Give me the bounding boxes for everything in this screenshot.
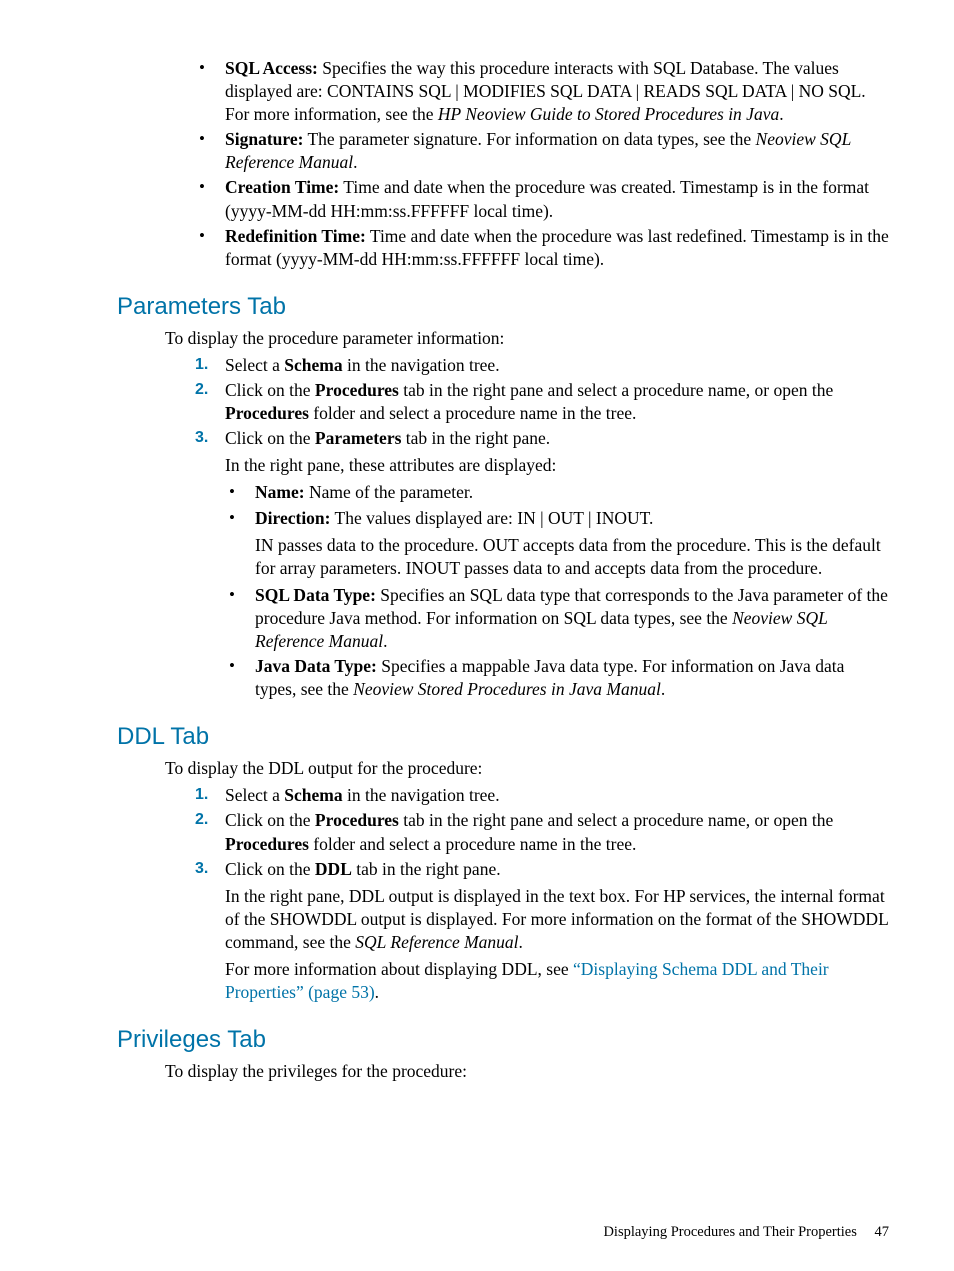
bullet-bold: SQL Access: <box>225 58 318 78</box>
top-bullet-list: SQL Access: Specifies the way this proce… <box>195 57 889 271</box>
footer-title: Displaying Procedures and Their Properti… <box>603 1224 856 1240</box>
step-text: Select a <box>225 785 284 805</box>
step-text: Click on the <box>225 380 315 400</box>
bullet-tail: . <box>353 152 357 172</box>
list-item: Name: Name of the parameter. <box>225 481 889 504</box>
bullet-bold: SQL Data Type: <box>255 585 376 605</box>
step-text: Click on the <box>225 428 315 448</box>
list-item: Signature: The parameter signature. For … <box>195 128 889 174</box>
step-item: Click on the DDL tab in the right pane. … <box>195 858 889 1005</box>
parameters-intro: To display the procedure parameter infor… <box>165 327 889 350</box>
bullet-tail: . <box>779 104 783 124</box>
list-item: SQL Access: Specifies the way this proce… <box>195 57 889 126</box>
bullet-text: The values displayed are: IN | OUT | INO… <box>331 508 654 528</box>
step-text: tab in the right pane. <box>401 428 550 448</box>
step-text: folder and select a procedure name in th… <box>309 403 636 423</box>
text: For more information about displaying DD… <box>225 959 573 979</box>
step-item: Click on the Parameters tab in the right… <box>195 427 889 477</box>
list-item: Direction: The values displayed are: IN … <box>225 507 889 580</box>
list-item: Java Data Type: Specifies a mappable Jav… <box>225 655 889 701</box>
italic: SQL Reference Manual <box>355 932 518 952</box>
step-bold: Schema <box>284 355 342 375</box>
text: In the right pane, DDL output is display… <box>225 886 888 952</box>
parameters-tab-heading: Parameters Tab <box>117 293 889 321</box>
step-followup: In the right pane, these attributes are … <box>225 454 889 477</box>
step-text: tab in the right pane and select a proce… <box>399 810 833 830</box>
step-text: in the navigation tree. <box>343 785 500 805</box>
step-bold: Parameters <box>315 428 401 448</box>
bullet-bold: Redefinition Time: <box>225 226 366 246</box>
step-text: Click on the <box>225 810 315 830</box>
bullet-bold: Creation Time: <box>225 177 339 197</box>
step-text: tab in the right pane and select a proce… <box>399 380 833 400</box>
bullet-extra: IN passes data to the procedure. OUT acc… <box>255 534 889 580</box>
step-text: Click on the <box>225 859 315 879</box>
bullet-bold: Signature: <box>225 129 303 149</box>
step-text: Select a <box>225 355 284 375</box>
step-bold: Procedures <box>225 834 309 854</box>
step-bold: DDL <box>315 859 352 879</box>
privileges-intro: To display the privileges for the proced… <box>165 1060 889 1083</box>
step-text: in the navigation tree. <box>343 355 500 375</box>
step-bold: Procedures <box>225 403 309 423</box>
bullet-bold: Java Data Type: <box>255 656 377 676</box>
bullet-italic: Neoview Stored Procedures in Java Manual <box>353 679 661 699</box>
privileges-tab-heading: Privileges Tab <box>117 1026 889 1054</box>
text: . <box>375 982 379 1002</box>
step-bold: Procedures <box>315 380 399 400</box>
parameters-attributes: Name: Name of the parameter. Direction: … <box>225 481 889 701</box>
bullet-text: The parameter signature. For information… <box>303 129 755 149</box>
list-item: SQL Data Type: Specifies an SQL data typ… <box>225 584 889 653</box>
ddl-body-2: For more information about displaying DD… <box>225 958 889 1004</box>
ddl-tab-heading: DDL Tab <box>117 723 889 751</box>
list-item: Redefinition Time: Time and date when th… <box>195 225 889 271</box>
footer-page-number: 47 <box>875 1224 890 1240</box>
step-bold: Schema <box>284 785 342 805</box>
bullet-tail: . <box>383 631 387 651</box>
step-text: tab in the right pane. <box>352 859 501 879</box>
step-item: Click on the Procedures tab in the right… <box>195 379 889 425</box>
list-item: Creation Time: Time and date when the pr… <box>195 176 889 222</box>
bullet-tail: . <box>661 679 665 699</box>
step-text: folder and select a procedure name in th… <box>309 834 636 854</box>
page-footer: Displaying Procedures and Their Properti… <box>603 1224 889 1241</box>
step-bold: Procedures <box>315 810 399 830</box>
text: . <box>519 932 523 952</box>
step-item: Select a Schema in the navigation tree. <box>195 354 889 377</box>
step-item: Click on the Procedures tab in the right… <box>195 809 889 855</box>
ddl-steps: Select a Schema in the navigation tree. … <box>195 784 889 1004</box>
bullet-bold: Name: <box>255 482 305 502</box>
step-item: Select a Schema in the navigation tree. <box>195 784 889 807</box>
bullet-text: Name of the parameter. <box>305 482 474 502</box>
ddl-body-1: In the right pane, DDL output is display… <box>225 885 889 954</box>
parameters-steps: Select a Schema in the navigation tree. … <box>195 354 889 477</box>
bullet-bold: Direction: <box>255 508 331 528</box>
ddl-intro: To display the DDL output for the proced… <box>165 757 889 780</box>
bullet-italic: HP Neoview Guide to Stored Procedures in… <box>438 104 779 124</box>
